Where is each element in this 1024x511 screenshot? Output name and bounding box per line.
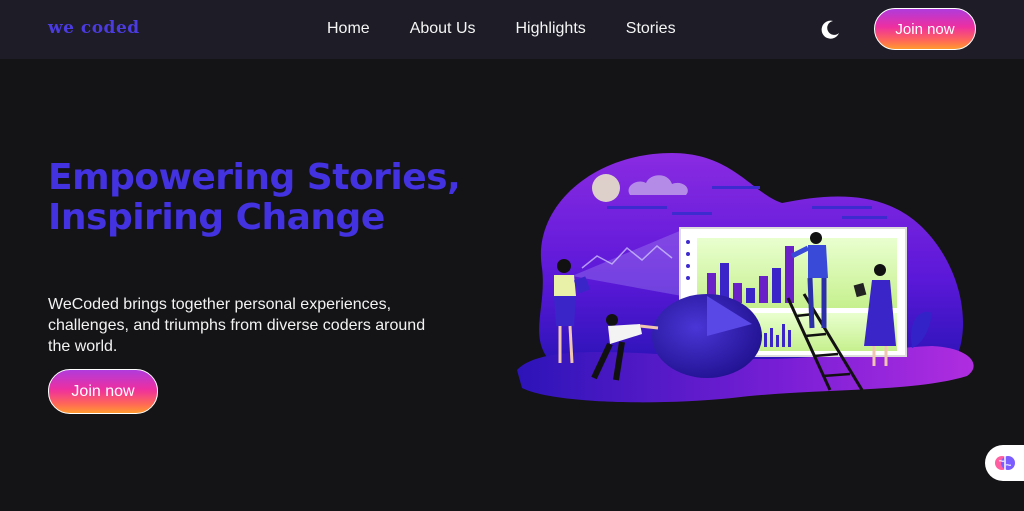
hero-title: Empowering Stories, Inspiring Change xyxy=(48,157,461,238)
team-analytics-illustration xyxy=(512,148,980,408)
nav-links: Home About Us Highlights Stories xyxy=(327,20,716,38)
nav-join-button[interactable]: Join now xyxy=(874,8,976,50)
nav-link-stories[interactable]: Stories xyxy=(626,20,676,38)
hero-join-button[interactable]: Join now xyxy=(48,369,158,414)
assistant-widget-button[interactable] xyxy=(985,445,1024,481)
top-navbar: we coded Home About Us Highlights Storie… xyxy=(0,0,1024,59)
nav-link-highlights[interactable]: Highlights xyxy=(516,20,586,38)
brain-icon xyxy=(994,456,1015,470)
nav-link-home[interactable]: Home xyxy=(327,20,370,38)
nav-link-about-us[interactable]: About Us xyxy=(410,20,476,38)
logo[interactable]: we coded xyxy=(48,18,140,38)
moon-icon[interactable] xyxy=(819,19,841,41)
hero-description: WeCoded brings together personal experie… xyxy=(48,296,426,355)
